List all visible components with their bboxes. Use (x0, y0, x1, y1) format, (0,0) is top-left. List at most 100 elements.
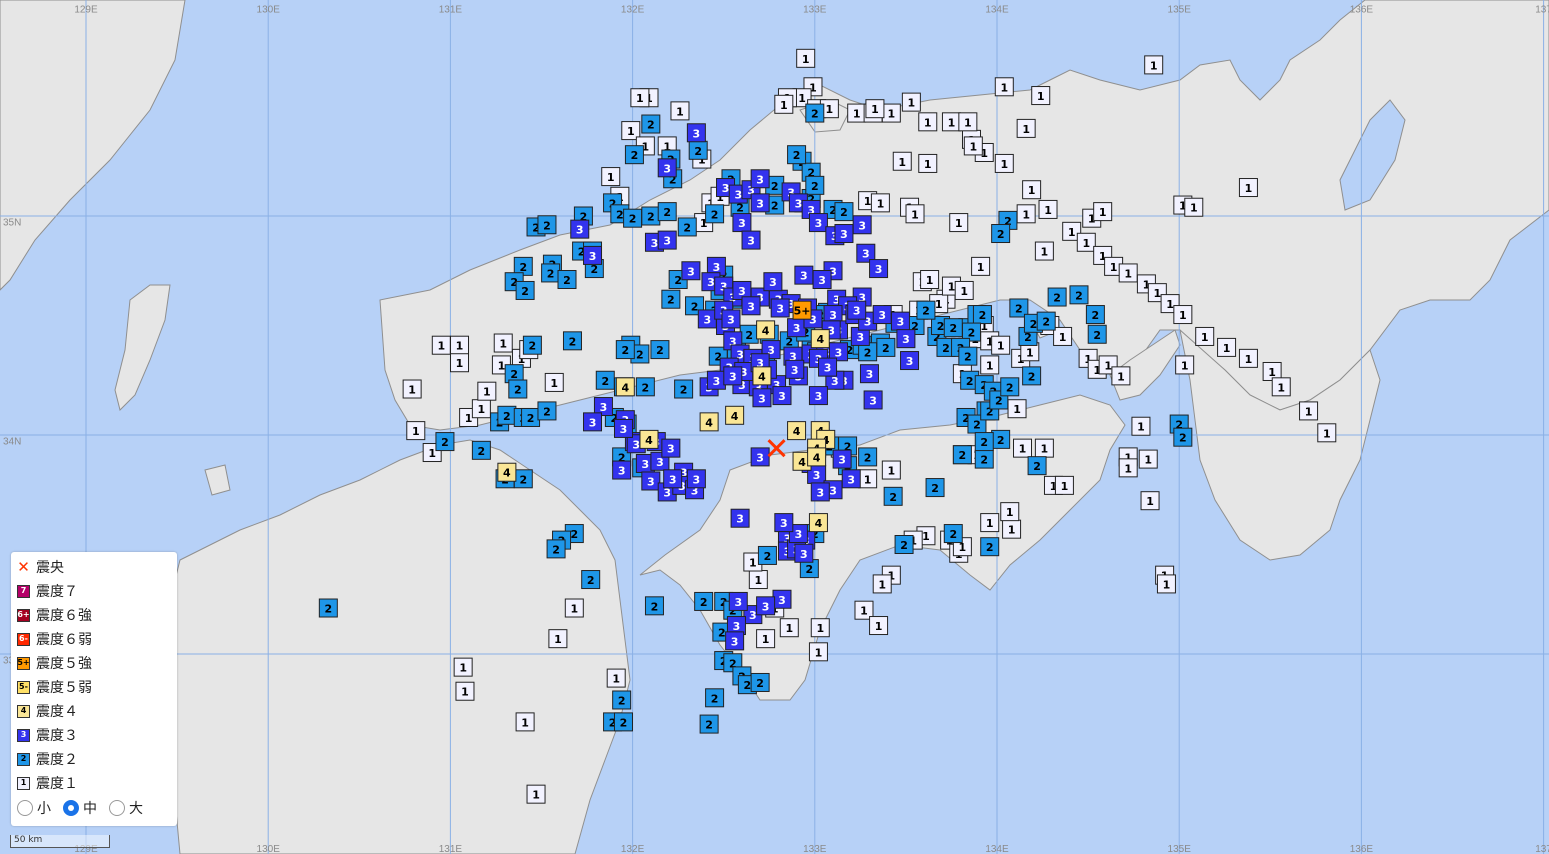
intensity-marker-4[interactable]: 4 (725, 405, 745, 425)
intensity-marker-1[interactable]: 1 (991, 335, 1011, 355)
intensity-marker-1[interactable]: 1 (548, 629, 568, 649)
intensity-marker-2[interactable]: 2 (497, 405, 517, 425)
intensity-marker-2[interactable]: 2 (537, 215, 557, 235)
intensity-marker-1[interactable]: 1 (1271, 377, 1291, 397)
intensity-marker-3[interactable]: 3 (706, 370, 726, 390)
intensity-marker-3[interactable]: 3 (859, 364, 879, 384)
intensity-marker-1[interactable]: 1 (1093, 202, 1113, 222)
intensity-marker-1[interactable]: 1 (1217, 337, 1237, 357)
intensity-marker-1[interactable]: 1 (869, 616, 889, 636)
intensity-marker-3[interactable]: 3 (723, 366, 743, 386)
intensity-marker-1[interactable]: 1 (1317, 423, 1337, 443)
intensity-marker-4[interactable]: 4 (752, 366, 772, 386)
intensity-marker-2[interactable]: 2 (623, 208, 643, 228)
intensity-marker-3[interactable]: 3 (750, 447, 770, 467)
intensity-marker-1[interactable]: 1 (865, 99, 885, 119)
intensity-marker-1[interactable]: 1 (1016, 204, 1036, 224)
intensity-marker-1[interactable]: 1 (406, 421, 426, 441)
intensity-marker-3[interactable]: 3 (772, 386, 792, 406)
intensity-marker-1[interactable]: 1 (1238, 178, 1258, 198)
intensity-marker-1[interactable]: 1 (971, 256, 991, 276)
intensity-marker-2[interactable]: 2 (805, 103, 825, 123)
intensity-marker-2[interactable]: 2 (537, 401, 557, 421)
intensity-marker-2[interactable]: 2 (521, 407, 541, 427)
intensity-marker-1[interactable]: 1 (949, 213, 969, 233)
intensity-marker-3[interactable]: 3 (657, 230, 677, 250)
intensity-marker-1[interactable]: 1 (455, 681, 475, 701)
intensity-marker-3[interactable]: 3 (890, 311, 910, 331)
intensity-marker-3[interactable]: 3 (810, 482, 830, 502)
intensity-marker-2[interactable]: 2 (834, 202, 854, 222)
intensity-marker-2[interactable]: 2 (694, 591, 714, 611)
intensity-marker-1[interactable]: 1 (1238, 348, 1258, 368)
intensity-marker-1[interactable]: 1 (601, 167, 621, 187)
intensity-marker-2[interactable]: 2 (787, 145, 807, 165)
intensity-marker-2[interactable]: 2 (641, 114, 661, 134)
intensity-marker-3[interactable]: 3 (763, 272, 783, 292)
intensity-marker-1[interactable]: 1 (941, 112, 961, 132)
radio-large[interactable] (109, 800, 125, 816)
intensity-marker-3[interactable]: 3 (732, 213, 752, 233)
intensity-marker-4[interactable]: 4 (807, 447, 827, 467)
intensity-marker-1[interactable]: 1 (905, 204, 925, 224)
intensity-marker-2[interactable]: 2 (883, 486, 903, 506)
intensity-marker-1[interactable]: 1 (670, 101, 690, 121)
seismic-intensity-map[interactable]: 129E 129E 130E 130E 131E 131E 132E 132E 133E 133E… (0, 0, 1549, 854)
intensity-marker-3[interactable]: 3 (834, 224, 854, 244)
intensity-marker-4[interactable]: 4 (787, 421, 807, 441)
intensity-marker-1[interactable]: 1 (918, 153, 938, 173)
intensity-marker-5plus[interactable]: 5+ (792, 300, 812, 320)
intensity-marker-3[interactable]: 3 (657, 158, 677, 178)
intensity-marker-2[interactable]: 2 (974, 449, 994, 469)
intensity-marker-1[interactable]: 1 (918, 112, 938, 132)
intensity-marker-3[interactable]: 3 (808, 386, 828, 406)
intensity-marker-2[interactable]: 2 (980, 537, 1000, 557)
intensity-marker-1[interactable]: 1 (994, 153, 1014, 173)
intensity-marker-1[interactable]: 1 (872, 574, 892, 594)
intensity-marker-3[interactable]: 3 (852, 215, 872, 235)
radio-medium[interactable] (63, 800, 79, 816)
intensity-marker-2[interactable]: 2 (739, 324, 759, 344)
intensity-marker-2[interactable]: 2 (661, 289, 681, 309)
intensity-marker-3[interactable]: 3 (774, 513, 794, 533)
intensity-marker-2[interactable]: 2 (876, 337, 896, 357)
intensity-marker-3[interactable]: 3 (583, 245, 603, 265)
intensity-marker-4[interactable]: 4 (699, 412, 719, 432)
intensity-marker-3[interactable]: 3 (686, 123, 706, 143)
intensity-marker-1[interactable]: 1 (808, 642, 828, 662)
intensity-marker-3[interactable]: 3 (721, 309, 741, 329)
intensity-marker-2[interactable]: 2 (641, 206, 661, 226)
intensity-marker-2[interactable]: 2 (974, 432, 994, 452)
intensity-marker-2[interactable]: 2 (513, 469, 533, 489)
intensity-marker-1[interactable]: 1 (1000, 502, 1020, 522)
intensity-marker-1[interactable]: 1 (858, 469, 878, 489)
intensity-marker-1[interactable]: 1 (1034, 241, 1054, 261)
intensity-marker-3[interactable]: 3 (772, 589, 792, 609)
radio-small[interactable] (17, 800, 33, 816)
intensity-marker-2[interactable]: 2 (318, 598, 338, 618)
intensity-marker-2[interactable]: 2 (522, 335, 542, 355)
intensity-marker-3[interactable]: 3 (661, 438, 681, 458)
intensity-marker-3[interactable]: 3 (785, 359, 805, 379)
intensity-marker-2[interactable]: 2 (699, 714, 719, 734)
intensity-marker-1[interactable]: 1 (958, 112, 978, 132)
intensity-marker-3[interactable]: 3 (812, 270, 832, 290)
intensity-marker-3[interactable]: 3 (832, 449, 852, 469)
intensity-marker-1[interactable]: 1 (920, 270, 940, 290)
intensity-marker-3[interactable]: 3 (896, 329, 916, 349)
intensity-marker-1[interactable]: 1 (810, 618, 830, 638)
intensity-marker-3[interactable]: 3 (728, 591, 748, 611)
intensity-marker-3[interactable]: 3 (841, 469, 861, 489)
intensity-marker-1[interactable]: 1 (748, 570, 768, 590)
intensity-marker-3[interactable]: 3 (872, 305, 892, 325)
intensity-marker-1[interactable]: 1 (471, 399, 491, 419)
intensity-marker-1[interactable]: 1 (1195, 326, 1215, 346)
intensity-marker-2[interactable]: 2 (1085, 305, 1105, 325)
intensity-marker-1[interactable]: 1 (1140, 491, 1160, 511)
intensity-marker-2[interactable]: 2 (515, 280, 535, 300)
intensity-marker-2[interactable]: 2 (858, 447, 878, 467)
intensity-marker-2[interactable]: 2 (650, 340, 670, 360)
intensity-marker-3[interactable]: 3 (756, 596, 776, 616)
intensity-marker-2[interactable]: 2 (1000, 377, 1020, 397)
intensity-marker-1[interactable]: 1 (901, 92, 921, 112)
